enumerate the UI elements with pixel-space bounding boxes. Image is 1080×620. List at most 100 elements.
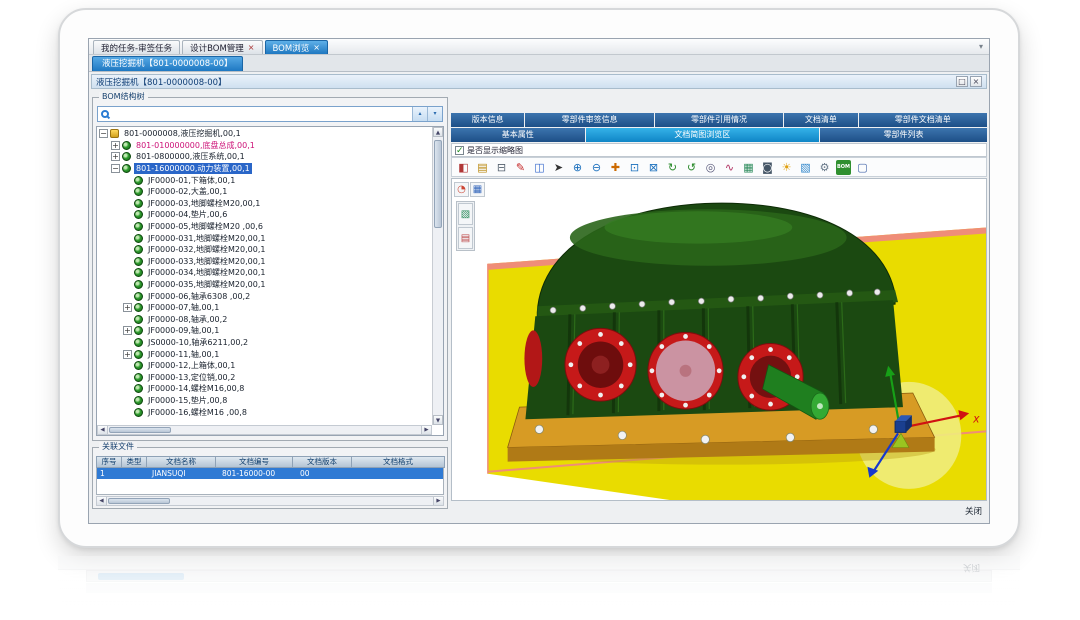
tree-item[interactable]: JF0000-16,螺栓M16 ,00,8 (97, 406, 432, 418)
pie-view-icon[interactable]: ◔ (454, 182, 469, 197)
detail-tab[interactable]: 版本信息 (451, 113, 524, 127)
tree-horizontal-scrollbar[interactable]: ◀ ▶ (97, 425, 432, 435)
file-col-header[interactable]: 文档编号 (215, 456, 293, 468)
settings-icon[interactable]: ⚙ (817, 160, 832, 175)
light-icon[interactable]: ☀ (779, 160, 794, 175)
snapshot-icon[interactable]: ◫ (532, 160, 547, 175)
tree-vertical-scrollbar[interactable]: ▲ ▼ (432, 127, 443, 425)
tree-item[interactable]: JF0000-05,地脚螺栓M20 ,00,6 (97, 221, 432, 233)
tree-item[interactable]: JF0000-06,轴承6308 ,00,2 (97, 290, 432, 302)
tree-item[interactable]: JF0000-08,轴承,00,2 (97, 314, 432, 326)
tree-expand-toggle[interactable]: + (111, 141, 120, 150)
scrollbar-thumb[interactable] (109, 427, 171, 433)
file-col-header[interactable]: 文档格式 (351, 456, 445, 468)
zoom-in-icon[interactable]: ⊕ (570, 160, 585, 175)
zoom-fit-icon[interactable]: ⊠ (646, 160, 661, 175)
chevron-down-icon[interactable]: ▾ (979, 42, 983, 51)
search-prev-button[interactable]: ▴ (412, 107, 427, 121)
tree-item[interactable]: JF0000-13,定位销,00,2 (97, 371, 432, 383)
thumbnail-checkbox[interactable]: ✓ (455, 146, 464, 155)
main-tab[interactable]: BOM浏览× (265, 40, 328, 54)
tree-item[interactable]: −801-16000000,动力装置,00,1 (97, 163, 432, 175)
detail-tab[interactable]: 零部件审签信息 (525, 113, 653, 127)
tree-expand-toggle[interactable]: + (123, 303, 132, 312)
tree-item[interactable]: JF0000-01,下箱体,00,1 (97, 174, 432, 186)
scroll-left-icon[interactable]: ◀ (97, 497, 107, 505)
scroll-up-icon[interactable]: ▲ (433, 127, 443, 137)
tree-item[interactable]: JF0000-031,地脚螺栓M20,00,1 (97, 232, 432, 244)
tree-expand-toggle[interactable]: − (111, 164, 120, 173)
display-icon[interactable]: ▢ (855, 160, 870, 175)
tree-item[interactable]: JF0000-02,大盖,00,1 (97, 186, 432, 198)
view-cube-icon[interactable]: ◧ (456, 160, 471, 175)
scrollbar-thumb[interactable] (434, 140, 442, 228)
bom-icon[interactable]: BOM (836, 160, 851, 175)
close-link[interactable]: 关闭 (965, 505, 982, 517)
section-icon[interactable]: ∿ (722, 160, 737, 175)
tree-item[interactable]: JF0000-032,地脚螺栓M20,00,1 (97, 244, 432, 256)
layers-icon[interactable]: ▧ (458, 203, 473, 225)
close-icon[interactable]: × (970, 76, 982, 87)
thumbnail-grid-icon[interactable]: ▦ (470, 182, 485, 197)
scrollbar-thumb[interactable] (108, 498, 170, 504)
image-icon[interactable]: ▧ (798, 160, 813, 175)
search-next-button[interactable]: ▾ (427, 107, 442, 121)
tree-expand-toggle[interactable]: + (111, 152, 120, 161)
file-col-header[interactable]: 类型 (121, 456, 147, 468)
select-icon[interactable]: ➤ (551, 160, 566, 175)
tree-item[interactable]: −801-0000008,液压挖掘机,00,1 (97, 128, 432, 140)
tree-expand-toggle[interactable]: + (123, 326, 132, 335)
open-icon[interactable]: ▤ (475, 160, 490, 175)
model-3d-view[interactable]: x (476, 179, 986, 500)
scroll-right-icon[interactable]: ▶ (421, 426, 431, 434)
redline-icon[interactable]: ▤ (458, 227, 473, 249)
file-col-header[interactable]: 文档版本 (292, 456, 352, 468)
detail-tab[interactable]: 文档简图浏览区 (586, 128, 820, 142)
file-row[interactable]: 1JIANSUQI801-16000-0000 (97, 468, 443, 479)
tree-expand-toggle[interactable]: + (123, 350, 132, 359)
tab-close-icon[interactable]: × (248, 44, 255, 52)
search-input[interactable] (112, 108, 412, 120)
tree-item[interactable]: +JF0000-11,轴,00,1 (97, 348, 432, 360)
file-col-header[interactable]: 文档名称 (146, 456, 216, 468)
zoom-out-icon[interactable]: ⊖ (589, 160, 604, 175)
tree-item[interactable]: +JF0000-09,轴,00,1 (97, 325, 432, 337)
detail-tab[interactable]: 文档清单 (784, 113, 857, 127)
document-tab[interactable]: 液压挖掘机【801-0000008-00】 (92, 56, 243, 71)
detail-tab[interactable]: 零部件文档清单 (859, 113, 987, 127)
grid-icon[interactable]: ▦ (741, 160, 756, 175)
tree-item[interactable]: JF0000-034,地脚螺栓M20,00,1 (97, 267, 432, 279)
tree-item[interactable]: +JF0000-07,轴,00,1 (97, 302, 432, 314)
tree-item[interactable]: JF0000-12,上箱体,00,1 (97, 360, 432, 372)
rotate-icon[interactable]: ↻ (665, 160, 680, 175)
tree-item[interactable]: JF0000-15,垫片,00,8 (97, 395, 432, 407)
tree-item[interactable]: JF0000-03,地脚螺栓M20,00,1 (97, 198, 432, 210)
scroll-left-icon[interactable]: ◀ (98, 426, 108, 434)
print-icon[interactable]: ⊟ (494, 160, 509, 175)
tree-item[interactable]: JF0000-14,螺栓M16,00,8 (97, 383, 432, 395)
tree-expand-toggle[interactable]: − (99, 129, 108, 138)
tree-item[interactable]: +801-010000000,底盘总成,00,1 (97, 140, 432, 152)
tree-item[interactable]: JF0000-035,地脚螺栓M20,00,1 (97, 279, 432, 291)
camera-icon[interactable]: ◙ (760, 160, 775, 175)
scroll-down-icon[interactable]: ▼ (433, 415, 443, 425)
tab-close-icon[interactable]: × (313, 44, 320, 52)
tree-item[interactable]: JF0000-033,地脚螺栓M20,00,1 (97, 256, 432, 268)
minimize-icon[interactable]: □ (956, 76, 968, 87)
tree-item[interactable]: JF0000-04,垫片,00,6 (97, 209, 432, 221)
detail-tab[interactable]: 基本属性 (451, 128, 585, 142)
pan-icon[interactable]: ✚ (608, 160, 623, 175)
detail-tab[interactable]: 零部件引用情况 (655, 113, 783, 127)
tree-item[interactable]: JS0000-10,轴承6211,00,2 (97, 337, 432, 349)
spin-icon[interactable]: ◎ (703, 160, 718, 175)
markup-icon[interactable]: ✎ (513, 160, 528, 175)
scroll-right-icon[interactable]: ▶ (433, 497, 443, 505)
main-tab[interactable]: 我的任务-审签任务 (93, 40, 180, 54)
main-tab[interactable]: 设计BOM管理× (182, 40, 262, 54)
tree-item[interactable]: +801-0800000,液压系统,00,1 (97, 151, 432, 163)
files-horizontal-scrollbar[interactable]: ◀ ▶ (96, 496, 444, 506)
file-col-header[interactable]: 序号 (96, 456, 122, 468)
orbit-icon[interactable]: ↺ (684, 160, 699, 175)
zoom-window-icon[interactable]: ⊡ (627, 160, 642, 175)
detail-tab[interactable]: 零部件列表 (820, 128, 987, 142)
